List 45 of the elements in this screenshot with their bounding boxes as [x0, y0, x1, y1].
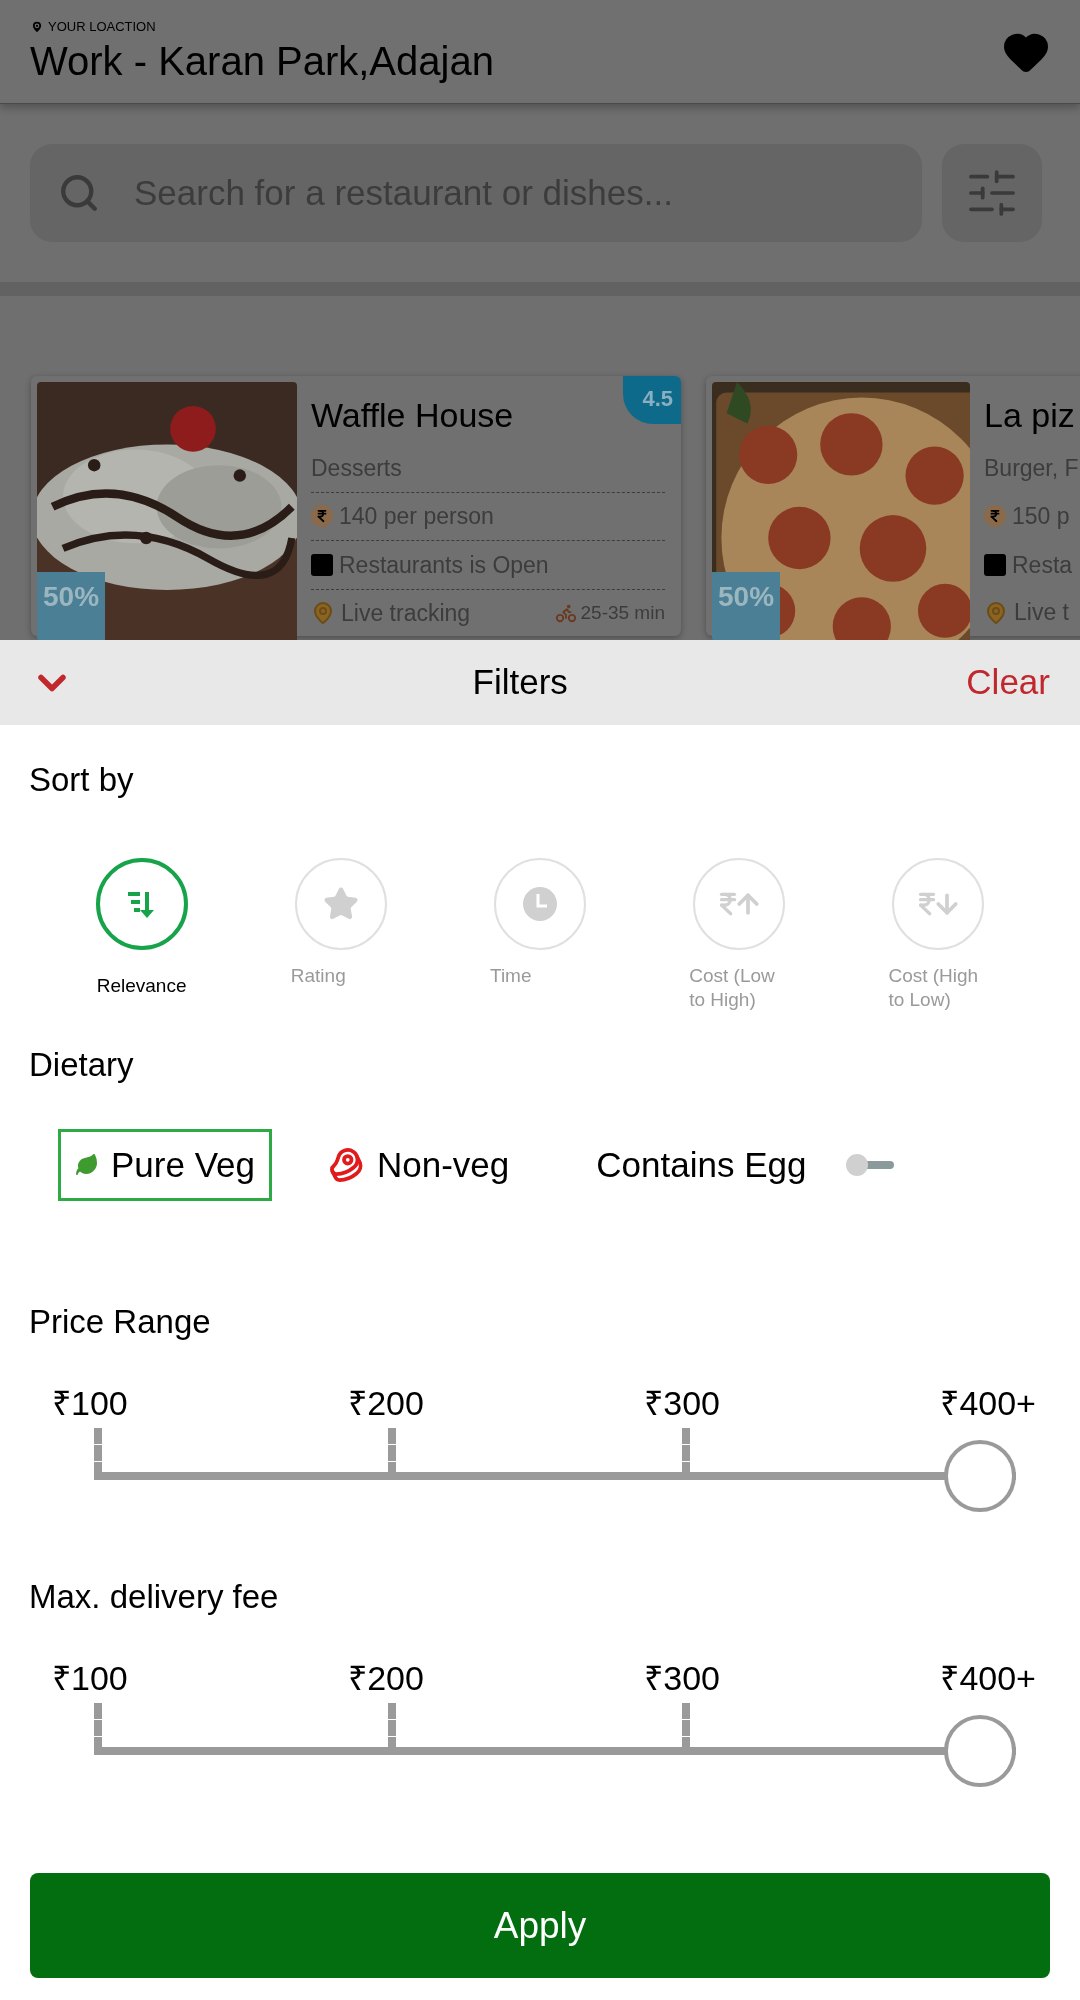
- location-label: YOUR LOACTION: [48, 17, 156, 36]
- sort-label: Cost (High to Low): [888, 964, 980, 1012]
- search-icon: [58, 172, 100, 214]
- price-label: ₹200: [348, 1386, 424, 1420]
- offer-badge: 50%: [712, 572, 781, 640]
- star-icon: [322, 886, 359, 922]
- sort-label: Time: [490, 964, 533, 988]
- clock-icon: [521, 885, 559, 923]
- location-pin-icon: [30, 19, 44, 34]
- clear-button[interactable]: Clear: [966, 656, 1050, 709]
- slider-title: Max. delivery fee: [28, 1580, 280, 1613]
- filter-button[interactable]: [942, 144, 1042, 242]
- toggle-label: Contains Egg: [596, 1143, 807, 1186]
- diet-chip[interactable]: Pure Veg: [58, 1129, 272, 1201]
- section-title: Dietary: [28, 1048, 135, 1081]
- slider-track[interactable]: [94, 1703, 1016, 1789]
- rupee-icon: [984, 505, 1006, 527]
- sort-label: Rating: [290, 964, 347, 988]
- sort-label: Relevance: [95, 974, 188, 998]
- filters-title: Filters: [472, 661, 568, 704]
- section-title: Sort by: [28, 763, 135, 796]
- price-label: ₹300: [644, 1386, 720, 1420]
- price-label: ₹400+: [940, 1661, 1036, 1695]
- location-pin-icon: [984, 600, 1008, 625]
- price-label: ₹400+: [940, 1386, 1036, 1420]
- price-label: ₹100: [52, 1386, 128, 1420]
- offer-badge: 50%: [37, 572, 106, 640]
- sort-label: Cost (Low to High): [689, 964, 776, 1012]
- location-title[interactable]: Work - Karan Park,Adajan: [30, 36, 494, 87]
- rupee-icon: [311, 505, 333, 528]
- restaurant-name: Waffle House: [311, 395, 514, 436]
- price-label: ₹100: [52, 1661, 128, 1695]
- diet-chip[interactable]: Non-veg: [312, 1129, 527, 1201]
- meat-icon: [329, 1147, 365, 1183]
- apply-button[interactable]: Apply: [30, 1873, 1050, 1978]
- leaf-icon: [75, 1153, 99, 1177]
- slider-track[interactable]: [94, 1428, 1016, 1514]
- location-pin-icon: [311, 601, 335, 626]
- rating-badge: 4.5: [623, 376, 681, 424]
- egg-toggle[interactable]: [846, 1154, 895, 1176]
- restaurant-name: La piz: [984, 395, 1076, 436]
- price-label: ₹300: [644, 1661, 720, 1695]
- price-label: ₹200: [348, 1661, 424, 1695]
- slider-title: Price Range: [28, 1305, 212, 1338]
- sort-option[interactable]: [95, 858, 188, 950]
